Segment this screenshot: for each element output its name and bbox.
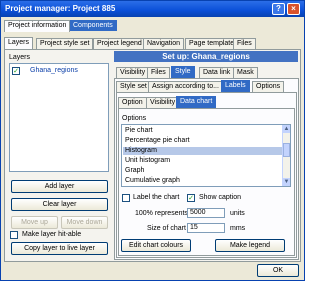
layer-item-ghana-regions[interactable]: Ghana_regions [30,67,78,74]
tab-components[interactable]: Components [69,20,117,31]
tab-project-legend[interactable]: Project legend [93,38,146,49]
edit-chart-colours-button[interactable]: Edit chart colours [121,239,191,252]
size-input[interactable]: 15 [187,223,225,233]
ok-button[interactable]: OK [257,264,299,277]
represents-unit: units [230,210,245,217]
option-cumulative-graph[interactable]: Cumulative graph [123,177,282,185]
tab-style-set[interactable]: Style set [116,81,151,92]
tab-mask[interactable]: Mask [233,67,258,78]
tab-style[interactable]: Style [171,66,195,78]
layers-list[interactable]: ✓ Ghana_regions [9,63,109,172]
tab-page-template[interactable]: Page template [185,38,239,49]
options-list[interactable]: Pie chart Percentage pie chart Histogram… [121,124,291,187]
tab-data-link[interactable]: Data link [199,67,235,78]
option-unit-histogram[interactable]: Unit histogram [123,157,282,165]
move-down-button[interactable]: Move down [61,216,108,229]
option-histogram[interactable]: Histogram [123,147,282,155]
tab-visibility[interactable]: Visibility [116,67,150,78]
represents-label: 100% represents [135,210,188,217]
size-label: Size of chart [147,225,186,232]
tab-data-chart[interactable]: Data chart [176,96,217,108]
layer-visible-checkbox[interactable]: ✓ [12,67,20,75]
option-percentage-pie-chart[interactable]: Percentage pie chart [123,137,282,145]
label-chart-checkbox[interactable] [122,194,130,202]
show-caption-checkbox[interactable]: ✓ [187,194,195,202]
window-title: Project manager: Project 885 [5,4,116,13]
tab-files-layer[interactable]: Files [147,67,170,78]
project-manager-window: Project manager: Project 885 ? × Project… [0,0,305,281]
add-layer-button[interactable]: Add layer [11,180,108,193]
hit-able-label: Make layer hit-able [22,231,82,238]
tab-option[interactable]: Option [118,97,147,108]
help-button[interactable]: ? [272,3,285,15]
make-legend-button[interactable]: Make legend [215,239,285,252]
tab-labels[interactable]: Labels [221,80,250,92]
option-pie-chart[interactable]: Pie chart [123,127,282,135]
scroll-up-icon[interactable]: ▲ [283,125,290,133]
close-button[interactable]: × [287,3,300,15]
tab-project-information[interactable]: Project information [4,20,71,32]
tab-project-style-set[interactable]: Project style set [36,38,94,49]
setup-title: Set up: Ghana_regions [114,51,298,62]
tab-files[interactable]: Files [233,38,256,49]
tab-options[interactable]: Options [252,81,285,92]
option-graph[interactable]: Graph [123,167,282,175]
copy-layer-button[interactable]: Copy layer to live layer [11,242,108,255]
label-chart-label: Label the chart [133,194,180,201]
title-bar: Project manager: Project 885 ? × [1,1,304,17]
tab-navigation[interactable]: Navigation [143,38,185,49]
move-up-button[interactable]: Move up [11,216,58,229]
scroll-thumb[interactable] [283,143,290,157]
options-scrollbar[interactable]: ▲ ▼ [282,125,290,186]
tab-visibility-sub[interactable]: Visibility [146,97,180,108]
size-unit: mms [230,225,246,232]
scroll-down-icon[interactable]: ▼ [283,178,290,186]
tab-assign-according[interactable]: Assign according to... [148,81,223,92]
layers-heading: Layers [9,54,31,61]
clear-layer-button[interactable]: Clear layer [11,198,108,211]
represents-input[interactable]: 5000 [187,208,225,218]
show-caption-label: Show caption [199,194,242,201]
hit-able-checkbox[interactable] [10,231,18,239]
tab-layers[interactable]: Layers [4,37,34,49]
options-heading: Options [122,115,147,122]
